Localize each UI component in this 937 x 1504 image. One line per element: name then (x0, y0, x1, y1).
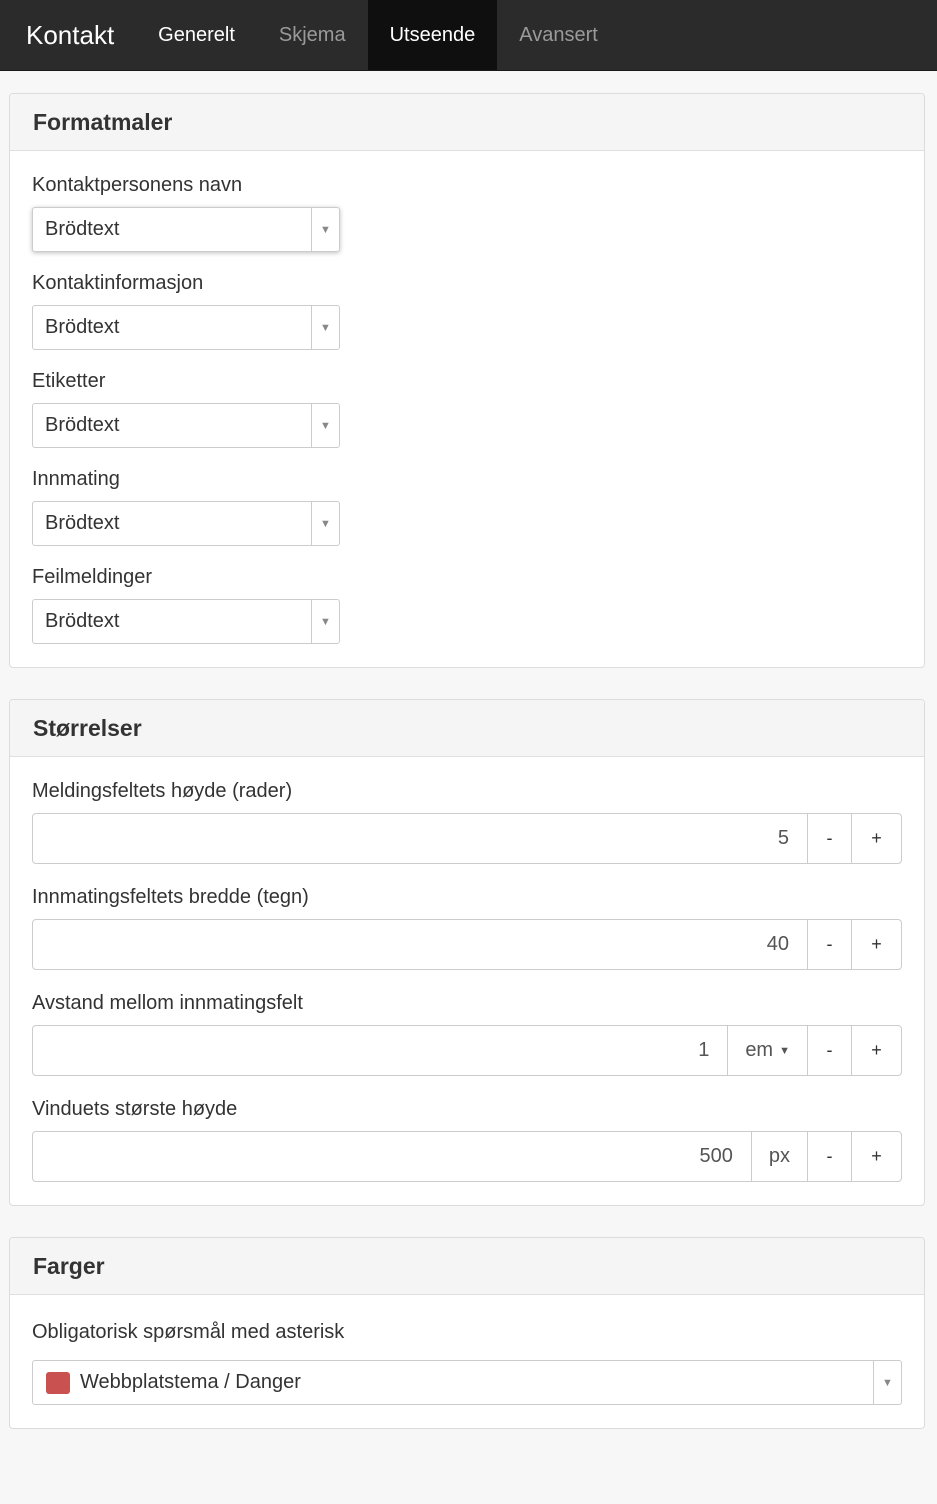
select-value: Brödtext (45, 316, 120, 338)
error-style-select[interactable]: Brödtext ▼ (32, 599, 340, 644)
contact-name-style-select[interactable]: Brödtext ▼ (32, 207, 340, 252)
chevron-down-icon[interactable]: ▼ (311, 600, 339, 643)
increment-button[interactable]: + (851, 814, 901, 863)
input-spacing-label: Avstand mellom innmatingsfelt (32, 992, 303, 1014)
decrement-button[interactable]: - (807, 1132, 851, 1181)
input-style-select[interactable]: Brödtext ▼ (32, 501, 340, 546)
chevron-down-icon[interactable]: ▼ (311, 502, 339, 545)
unit-dropdown[interactable]: em ▼ (727, 1026, 807, 1075)
chevron-down-icon[interactable]: ▼ (873, 1361, 901, 1404)
select-value: Brödtext (45, 218, 120, 240)
select-value: Brödtext (45, 610, 120, 632)
storrelser-heading: Størrelser (10, 700, 924, 757)
required-asterisk-color-select[interactable]: Webbplatstema / Danger ▼ (32, 1360, 902, 1405)
select-value: Webbplatstema / Danger (80, 1371, 301, 1393)
labels-style-select[interactable]: Brödtext ▼ (32, 403, 340, 448)
decrement-button[interactable]: - (807, 1026, 851, 1075)
input-width-stepper: 40 - + (32, 919, 902, 970)
top-navbar: Kontakt Generelt Skjema Utseende Avanser… (0, 0, 937, 71)
increment-button[interactable]: + (851, 1026, 901, 1075)
unit-label: em (745, 1039, 774, 1061)
color-swatch (46, 1371, 70, 1394)
select-value: Brödtext (45, 414, 120, 436)
unit-label: px (750, 1132, 807, 1181)
input-width-label: Innmatingsfeltets bredde (tegn) (32, 886, 309, 908)
max-height-label: Vinduets største høyde (32, 1098, 238, 1120)
app-title: Kontakt (26, 19, 115, 50)
input-spacing-input[interactable]: 1 (33, 1026, 727, 1075)
increment-button[interactable]: + (851, 1132, 901, 1181)
chevron-down-icon[interactable]: ▼ (311, 306, 339, 349)
message-height-label: Meldingsfeltets høyde (rader) (32, 780, 293, 802)
tab-generelt[interactable]: Generelt (136, 0, 257, 70)
increment-button[interactable]: + (851, 920, 901, 969)
contact-info-style-select[interactable]: Brödtext ▼ (32, 305, 340, 350)
input-spacing-stepper: 1 em ▼ - + (32, 1025, 902, 1076)
max-height-stepper: 500 px - + (32, 1131, 902, 1182)
message-height-input[interactable]: 5 (33, 814, 807, 863)
decrement-button[interactable]: - (807, 920, 851, 969)
formatmaler-heading: Formatmaler (10, 94, 924, 151)
tab-skjema[interactable]: Skjema (257, 0, 368, 70)
input-style-label: Innmating (32, 468, 120, 490)
chevron-down-icon[interactable]: ▼ (311, 404, 339, 447)
select-value: Brödtext (45, 512, 120, 534)
labels-style-label: Etiketter (32, 370, 106, 392)
main-content: Formatmaler Kontaktpersonens navn Brödte… (0, 71, 937, 1429)
chevron-down-icon[interactable]: ▼ (311, 208, 339, 251)
max-height-input[interactable]: 500 (33, 1132, 751, 1181)
decrement-button[interactable]: - (807, 814, 851, 863)
required-asterisk-label: Obligatorisk spørsmål med asterisk (32, 1321, 345, 1343)
message-height-stepper: 5 - + (32, 813, 902, 864)
formatmaler-panel: Formatmaler Kontaktpersonens navn Brödte… (9, 93, 925, 668)
tab-utseende[interactable]: Utseende (367, 0, 498, 70)
error-style-label: Feilmeldinger (32, 566, 153, 588)
contact-name-style-label: Kontaktpersonens navn (32, 174, 243, 196)
caret-down-icon: ▼ (779, 1044, 790, 1057)
tab-avansert[interactable]: Avansert (497, 0, 620, 70)
farger-panel: Farger Obligatorisk spørsmål med asteris… (9, 1237, 925, 1429)
contact-info-style-label: Kontaktinformasjon (32, 272, 204, 294)
input-width-input[interactable]: 40 (33, 920, 807, 969)
storrelser-panel: Størrelser Meldingsfeltets høyde (rader)… (9, 699, 925, 1206)
farger-heading: Farger (10, 1238, 924, 1295)
